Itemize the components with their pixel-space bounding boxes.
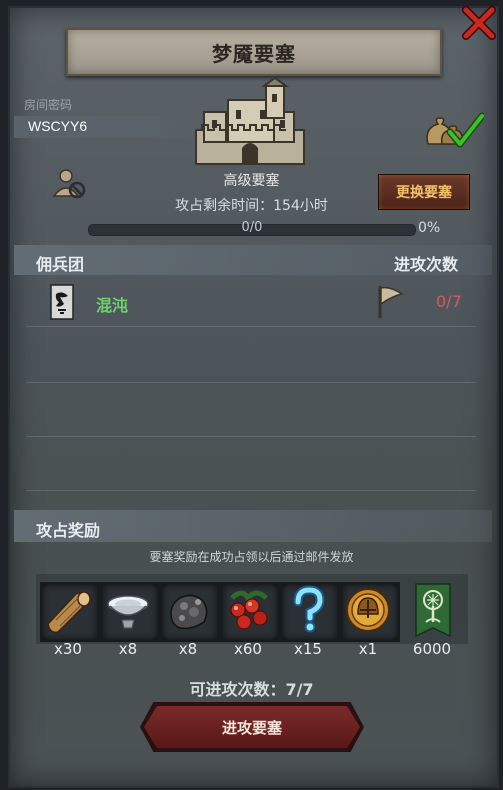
row-divider: [26, 382, 476, 383]
reward-slot-wood[interactable]: [40, 582, 100, 642]
reward-qty: x8: [178, 640, 198, 658]
reward-qty: x30: [54, 640, 82, 658]
page-title: 梦魇要塞: [212, 41, 296, 66]
reward-slot-helmet[interactable]: [340, 582, 400, 642]
reward-qty: x15: [294, 640, 322, 658]
reward-qty: x8: [118, 640, 138, 658]
close-icon: [462, 6, 496, 40]
progress-percent: 0%: [418, 220, 441, 236]
attack-fortress-button[interactable]: 进攻要塞: [144, 706, 360, 748]
row-divider: [26, 326, 476, 327]
room-code-label: 房间密码: [24, 98, 73, 112]
flag-icon: [378, 286, 404, 318]
helmet-coin-icon: [346, 588, 390, 632]
mercenary-emblem-icon: [50, 284, 74, 320]
castle-icon: [195, 78, 305, 165]
reward-note: 要塞奖励在成功占领以后通过邮件发放: [149, 550, 354, 564]
progress-count: 0/0: [241, 220, 263, 235]
attack-count-header: 进攻次数: [394, 255, 459, 274]
reward-qty: x60: [234, 640, 262, 658]
close-button[interactable]: [460, 4, 498, 42]
reward-title: 攻占奖励: [36, 521, 101, 540]
reward-slot-mystery[interactable]: [280, 582, 340, 642]
attacks-remaining: 可进攻次数：7/7: [189, 680, 314, 699]
title-plate: 梦魇要塞: [66, 28, 442, 76]
mercenary-name: 混沌: [96, 296, 129, 315]
wood-log-icon: [47, 591, 91, 634]
reward-qty: x1: [358, 640, 378, 658]
attack-count: 0/7: [436, 292, 462, 311]
resource-bag-check-icon: [426, 112, 484, 148]
ore-icon: [170, 594, 208, 630]
reward-slot-berries[interactable]: [220, 582, 280, 642]
mercenary-header: 佣兵团: [36, 255, 85, 274]
berries-icon: [230, 590, 268, 630]
reward-slot-ore[interactable]: [160, 582, 220, 642]
reward-slot-bowl[interactable]: [100, 582, 160, 642]
change-fortress-button[interactable]: 更换要塞: [378, 174, 470, 210]
row-divider: [26, 490, 476, 491]
tree-banner-icon: [415, 583, 451, 638]
user-block-icon[interactable]: [52, 168, 88, 200]
bowl-icon: [107, 595, 149, 629]
question-mark-icon: [293, 585, 325, 633]
reward-qty: 6000: [412, 640, 452, 658]
room-code: WSCYY6: [28, 118, 88, 134]
row-divider: [26, 436, 476, 437]
